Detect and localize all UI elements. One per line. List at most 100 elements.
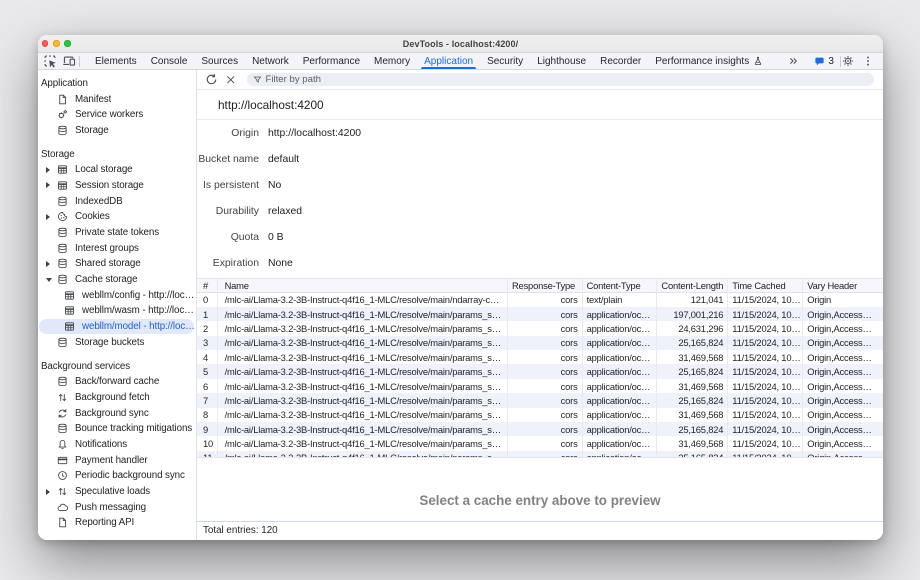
cache-entry-row[interactable]: 3 /mlc-ai/Llama-3.2-3B-Instruct-q4f16_1-… [197,336,883,350]
sidebar-item[interactable]: IndexedDB [38,193,196,209]
sidebar-item[interactable]: Payment handler [38,452,196,468]
sidebar-item[interactable]: Session storage [38,178,196,194]
column-header-time-cached[interactable]: Time Cached [728,279,803,292]
cache-entry-row[interactable]: 1 /mlc-ai/Llama-3.2-3B-Instruct-q4f16_1-… [197,307,883,321]
sidebar-item[interactable]: Notifications [38,437,196,453]
cell-index: 9 [197,422,218,436]
cache-entry-row[interactable]: 0 /mlc-ai/Llama-3.2-3B-Instruct-q4f16_1-… [197,293,883,307]
console-messages-indicator[interactable]: 3 [814,56,834,67]
panel-tab[interactable]: Performance insights [648,53,770,69]
sidebar-item[interactable]: Periodic background sync [38,468,196,484]
chevron-right-icon[interactable] [46,489,50,495]
sidebar-item[interactable]: Reporting API [38,515,196,531]
chevron-down-icon[interactable] [46,278,52,282]
cell-response-type: cors [508,321,583,335]
sidebar-item[interactable]: webllm/config - http://loc… [38,287,196,303]
cache-entry-row[interactable]: 6 /mlc-ai/Llama-3.2-3B-Instruct-q4f16_1-… [197,379,883,393]
column-header-vary-header[interactable]: Vary Header [803,279,883,292]
cell-index: 0 [197,293,218,307]
column-header-index[interactable]: # [197,279,218,292]
sidebar-item[interactable]: Cache storage [38,272,196,288]
panel-tab[interactable]: Network [245,53,296,69]
cell-time-cached: 11/15/2024, 10… [728,436,803,450]
sidebar-item[interactable]: Background fetch [38,390,196,406]
metadata-key: Bucket name [197,154,259,165]
sidebar-item[interactable]: Service workers [38,107,196,123]
cell-name: /mlc-ai/Llama-3.2-3B-Instruct-q4f16_1-ML… [218,379,508,393]
cache-entry-row[interactable]: 5 /mlc-ai/Llama-3.2-3B-Instruct-q4f16_1-… [197,364,883,378]
cell-content-type: application/oc… [583,422,658,436]
cell-time-cached: 11/15/2024, 10… [728,451,803,457]
delete-selected-button[interactable] [225,74,237,86]
sidebar-item[interactable]: Storage buckets [38,335,196,351]
filter-input[interactable]: Filter by path [247,73,875,86]
cache-metadata: Origin http://localhost:4200 Bucket name… [197,120,883,278]
cache-entry-row[interactable]: 4 /mlc-ai/Llama-3.2-3B-Instruct-q4f16_1-… [197,350,883,364]
panel-tab[interactable]: Application [417,53,480,69]
column-header-name[interactable]: Name [218,279,508,292]
chevron-right-icon[interactable] [46,167,50,173]
panel-tab[interactable]: Lighthouse [530,53,593,69]
more-tabs-button[interactable] [787,55,799,67]
panel-tab[interactable]: Recorder [593,53,648,69]
metadata-row: Bucket name default [197,146,883,172]
sidebar-item[interactable]: Storage [38,123,196,139]
sidebar-item[interactable]: Back/forward cache [38,374,196,390]
inspect-element-button[interactable] [43,54,57,68]
panel-tab[interactable]: Sources [194,53,245,69]
column-header-content-type[interactable]: Content-Type [583,279,658,292]
metadata-row: Origin http://localhost:4200 [197,120,883,146]
sidebar-item[interactable]: Interest groups [38,240,196,256]
sidebar-item[interactable]: Background sync [38,405,196,421]
sidebar-item-label: webllm/wasm - http://loca… [82,305,196,316]
database-icon [57,196,68,207]
cache-entry-row[interactable]: 7 /mlc-ai/Llama-3.2-3B-Instruct-q4f16_1-… [197,393,883,407]
cache-entry-row[interactable]: 11 /mlc-ai/Llama-3.2-3B-Instruct-q4f16_1… [197,451,883,457]
chevron-right-icon[interactable] [46,182,50,188]
sidebar-item[interactable]: Bounce tracking mitigations [38,421,196,437]
sidebar-item[interactable]: webllm/wasm - http://loca… [38,303,196,319]
sidebar-item-label: Background services [41,361,130,372]
cache-entry-row[interactable]: 2 /mlc-ai/Llama-3.2-3B-Instruct-q4f16_1-… [197,321,883,335]
cache-storage-panel: Filter by path http://localhost:4200 Ori… [197,70,883,540]
sidebar-item[interactable]: Push messaging [38,499,196,515]
cell-response-type: cors [508,408,583,422]
panel-tab-label: Sources [201,56,238,67]
panel-tab[interactable]: Security [480,53,530,69]
cache-entry-row[interactable]: 9 /mlc-ai/Llama-3.2-3B-Instruct-q4f16_1-… [197,422,883,436]
cell-vary-header: Origin,Access… [803,336,883,350]
refresh-button[interactable] [205,73,218,86]
cell-content-type: application/oc… [583,393,658,407]
settings-gear-button[interactable] [842,55,854,67]
message-bubble-icon [814,56,825,67]
chevron-right-icon[interactable] [46,214,50,220]
cell-content-type: application/oc… [583,350,658,364]
sidebar-item[interactable]: Private state tokens [38,225,196,241]
metadata-value: 0 B [268,232,284,243]
chevron-right-icon[interactable] [46,261,50,267]
sidebar-item[interactable]: webllm/model - http://loc… [38,319,196,335]
column-header-response-type[interactable]: Response-Type [508,279,583,292]
device-toolbar-button[interactable] [62,54,76,68]
origin-header: http://localhost:4200 [197,90,883,120]
cache-entry-row[interactable]: 10 /mlc-ai/Llama-3.2-3B-Instruct-q4f16_1… [197,436,883,450]
panel-tab[interactable]: Performance [296,53,367,69]
sidebar-item[interactable]: Cookies [38,209,196,225]
sidebar-item[interactable]: Local storage [38,162,196,178]
cache-entry-row[interactable]: 8 /mlc-ai/Llama-3.2-3B-Instruct-q4f16_1-… [197,408,883,422]
panel-tab[interactable]: Memory [367,53,417,69]
cell-index: 5 [197,364,218,378]
sidebar-item[interactable]: Shared storage [38,256,196,272]
customize-devtools-button[interactable] [862,55,874,67]
close-window-button[interactable] [42,40,48,46]
metadata-row: Is persistent No [197,172,883,198]
cell-time-cached: 11/15/2024, 10… [728,393,803,407]
panel-tab[interactable]: Elements [88,53,144,69]
panel-tabs: Elements Console Sources Network [88,53,770,69]
sidebar-item[interactable]: Manifest [38,91,196,107]
column-header-content-length[interactable]: Content-Length [657,279,728,292]
zoom-window-button[interactable] [64,40,70,46]
panel-tab[interactable]: Console [144,53,195,69]
sidebar-item[interactable]: Speculative loads [38,484,196,500]
minimize-window-button[interactable] [53,40,59,46]
